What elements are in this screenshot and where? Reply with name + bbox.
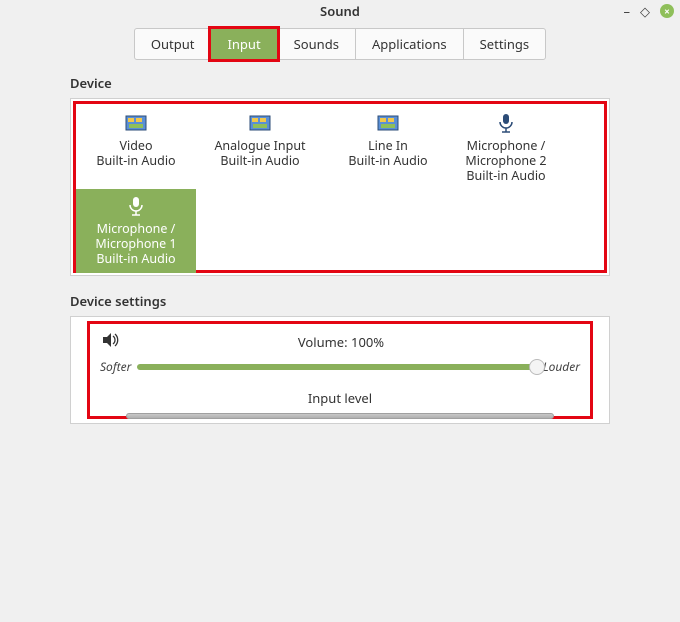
close-button[interactable]: × [660, 4, 674, 18]
volume-label: Volume: 100% [120, 333, 562, 351]
window-title: Sound [320, 2, 360, 20]
tab-sounds[interactable]: Sounds [277, 28, 356, 60]
device-settings-section-label: Device settings [70, 292, 610, 310]
volume-slider-track[interactable] [137, 364, 536, 370]
device-line-in[interactable]: Line In Built-in Audio [328, 108, 448, 168]
device-section-label: Device [70, 74, 610, 92]
microphone-icon [494, 112, 518, 134]
tab-settings[interactable]: Settings [463, 28, 546, 60]
window-controls: – ◇ × [624, 2, 675, 20]
volume-icon [102, 332, 120, 352]
tab-applications[interactable]: Applications [355, 28, 464, 60]
titlebar: Sound – ◇ × [0, 0, 680, 22]
device-label: Microphone / Microphone 1 Built-in Audio [76, 221, 196, 266]
device-label: Line In Built-in Audio [328, 138, 448, 168]
input-level-meter [126, 413, 554, 419]
device-settings-inner: Volume: 100% Softer Louder Input level [87, 321, 593, 419]
soundcard-icon [124, 112, 148, 134]
device-label: Microphone / Microphone 2 Built-in Audio [446, 138, 566, 183]
volume-slider-thumb[interactable] [529, 359, 545, 375]
device-grid: Video Built-in Audio Analogue Input Buil… [73, 101, 607, 273]
microphone-icon [124, 195, 148, 217]
minimize-button[interactable]: – [624, 2, 631, 20]
device-microphone-2[interactable]: Microphone / Microphone 2 Built-in Audio [446, 108, 566, 183]
device-settings-panel: Volume: 100% Softer Louder Input level [70, 316, 610, 424]
soundcard-icon [376, 112, 400, 134]
device-label: Video Built-in Audio [76, 138, 196, 168]
soundcard-icon [248, 112, 272, 134]
device-analogue-input[interactable]: Analogue Input Built-in Audio [200, 108, 320, 168]
softer-label: Softer [100, 358, 131, 375]
input-level-label: Input level [100, 389, 580, 407]
device-video[interactable]: Video Built-in Audio [76, 108, 196, 168]
maximize-button[interactable]: ◇ [640, 2, 650, 20]
volume-slider[interactable]: Softer Louder [100, 358, 580, 375]
louder-label: Louder [543, 358, 580, 375]
devices-panel: Video Built-in Audio Analogue Input Buil… [70, 98, 610, 276]
tab-input[interactable]: Input [210, 28, 277, 60]
device-label: Analogue Input Built-in Audio [200, 138, 320, 168]
device-microphone-1[interactable]: Microphone / Microphone 1 Built-in Audio [76, 189, 196, 273]
tabs: Output Input Sounds Applications Setting… [0, 28, 680, 60]
tab-output[interactable]: Output [134, 28, 212, 60]
